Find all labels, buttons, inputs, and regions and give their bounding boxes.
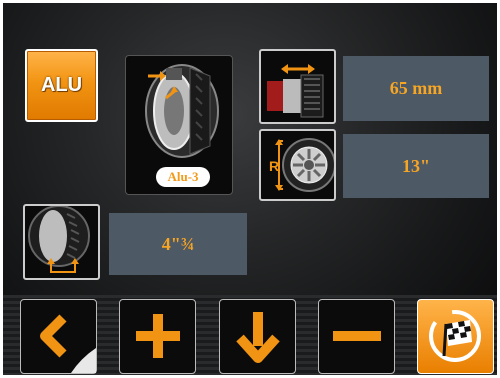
finish-flag-icon [429,310,481,362]
down-arrow-icon [236,312,280,363]
minus-icon [333,331,381,341]
rim-cross-section-icon [145,64,219,158]
finish-button[interactable] [417,299,494,374]
rim-diameter-icon[interactable]: R [259,129,336,201]
alu-type-button[interactable]: ALU [25,49,98,122]
rim-selection-card[interactable]: Alu-3 [125,55,233,195]
svg-text:R: R [269,158,279,174]
next-button[interactable] [219,299,296,374]
increase-button[interactable] [119,299,196,374]
back-icon [40,314,96,373]
back-button[interactable] [20,299,97,374]
tire-width-icon[interactable] [259,49,336,124]
decrease-button[interactable] [318,299,395,374]
rim-offset-value: 4"¾ [109,213,247,275]
wheel-balancer-screen: ALU Alu-3 R 65 mm 13" 4"¾ [3,3,497,375]
tire-width-value: 65 mm [343,56,489,121]
alu-type-label: ALU [40,74,83,96]
rim-diameter-value: 13" [343,134,489,198]
plus-icon [136,314,180,358]
rim-type-label: Alu-3 [156,167,210,187]
rim-offset-icon[interactable] [23,204,100,280]
